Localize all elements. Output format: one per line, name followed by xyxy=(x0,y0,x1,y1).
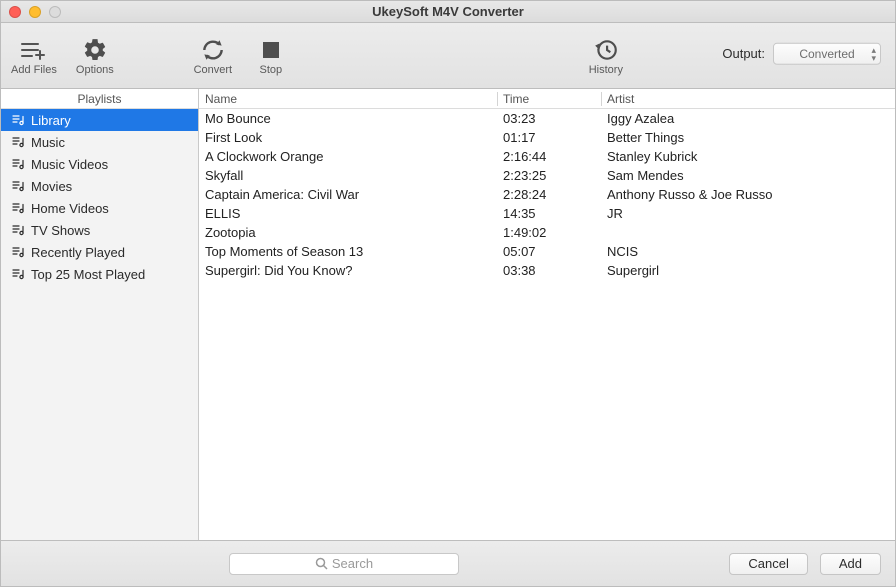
playlist-icon xyxy=(11,157,25,171)
sidebar-item[interactable]: Movies xyxy=(1,175,198,197)
cancel-button[interactable]: Cancel xyxy=(729,553,807,575)
cell-time: 03:23 xyxy=(497,109,601,128)
cell-artist: Sam Mendes xyxy=(601,166,895,185)
table-row[interactable]: First Look01:17Better Things xyxy=(199,128,895,147)
output-group: Output: Converted ▴▾ xyxy=(722,42,881,64)
titlebar: UkeySoft M4V Converter xyxy=(1,1,895,23)
stop-button[interactable]: Stop xyxy=(251,36,291,76)
add-button[interactable]: Add xyxy=(820,553,881,575)
cell-time: 01:17 xyxy=(497,128,601,147)
cell-time: 03:38 xyxy=(497,261,601,280)
search-input[interactable]: Search xyxy=(229,553,459,575)
sidebar-header: Playlists xyxy=(1,89,198,109)
history-label: History xyxy=(589,64,623,76)
playlist-icon xyxy=(11,245,25,259)
cell-name: Captain America: Civil War xyxy=(199,185,497,204)
cell-name: Top Moments of Season 13 xyxy=(199,242,497,261)
table-row[interactable]: Skyfall2:23:25Sam Mendes xyxy=(199,166,895,185)
cell-name: A Clockwork Orange xyxy=(199,147,497,166)
playlist-icon xyxy=(11,201,25,215)
sidebar-item[interactable]: Music xyxy=(1,131,198,153)
cell-artist: Iggy Azalea xyxy=(601,109,895,128)
cell-time: 05:07 xyxy=(497,242,601,261)
sidebar-item-label: TV Shows xyxy=(31,223,90,238)
footer: Search Cancel Add xyxy=(1,540,895,586)
col-artist[interactable]: Artist xyxy=(601,89,895,109)
sidebar-item[interactable]: Library xyxy=(1,109,198,131)
convert-label: Convert xyxy=(194,64,233,76)
cell-artist: JR xyxy=(601,204,895,223)
sidebar-item[interactable]: Home Videos xyxy=(1,197,198,219)
cell-name: First Look xyxy=(199,128,497,147)
col-time[interactable]: Time xyxy=(497,89,601,109)
add-files-label: Add Files xyxy=(11,64,57,76)
stop-icon xyxy=(257,36,285,64)
cell-name: ELLIS xyxy=(199,204,497,223)
toolbar: Add Files Options xyxy=(1,23,895,89)
playlist-icon xyxy=(11,223,25,237)
cell-name: Skyfall xyxy=(199,166,497,185)
cell-artist: Supergirl xyxy=(601,261,895,280)
sidebar-item[interactable]: Top 25 Most Played xyxy=(1,263,198,285)
cell-artist: Stanley Kubrick xyxy=(601,147,895,166)
playlist-icon xyxy=(11,113,25,127)
options-label: Options xyxy=(76,64,114,76)
search-icon xyxy=(315,557,328,570)
cell-artist: NCIS xyxy=(601,242,895,261)
sidebar-item-label: Movies xyxy=(31,179,72,194)
history-icon xyxy=(592,36,620,64)
table-header: Name Time Artist xyxy=(199,89,895,109)
add-files-icon xyxy=(20,36,48,64)
playlist-icon xyxy=(11,135,25,149)
cell-name: Zootopia xyxy=(199,223,497,242)
playlist-icon xyxy=(11,267,25,281)
cell-name: Supergirl: Did You Know? xyxy=(199,261,497,280)
cell-artist xyxy=(601,223,895,242)
output-label: Output: xyxy=(722,46,765,61)
search-placeholder: Search xyxy=(332,556,373,571)
table-row[interactable]: A Clockwork Orange2:16:44Stanley Kubrick xyxy=(199,147,895,166)
cell-time: 2:23:25 xyxy=(497,166,601,185)
table-row[interactable]: Top Moments of Season 1305:07NCIS xyxy=(199,242,895,261)
sidebar: Playlists Library Music Music Videos Movies… xyxy=(1,89,199,540)
sidebar-item[interactable]: Music Videos xyxy=(1,153,198,175)
content: Name Time Artist Mo Bounce03:23Iggy Azal… xyxy=(199,89,895,540)
playlist-icon xyxy=(11,179,25,193)
window-title: UkeySoft M4V Converter xyxy=(1,4,895,19)
sidebar-item-label: Top 25 Most Played xyxy=(31,267,145,282)
col-name[interactable]: Name xyxy=(199,89,497,109)
table-row[interactable]: Supergirl: Did You Know?03:38Supergirl xyxy=(199,261,895,280)
table-row[interactable]: Captain America: Civil War2:28:24Anthony… xyxy=(199,185,895,204)
output-select[interactable]: Converted ▴▾ xyxy=(773,42,881,64)
sidebar-item[interactable]: TV Shows xyxy=(1,219,198,241)
table-row[interactable]: Mo Bounce03:23Iggy Azalea xyxy=(199,109,895,128)
convert-button[interactable]: Convert xyxy=(193,36,233,76)
chevrons-updown-icon: ▴▾ xyxy=(871,45,876,61)
stop-label: Stop xyxy=(260,64,283,76)
gear-icon xyxy=(81,36,109,64)
cell-time: 2:16:44 xyxy=(497,147,601,166)
sidebar-item-label: Music Videos xyxy=(31,157,108,172)
cell-name: Mo Bounce xyxy=(199,109,497,128)
output-select-value: Converted xyxy=(799,46,854,60)
cell-artist: Better Things xyxy=(601,128,895,147)
cell-time: 2:28:24 xyxy=(497,185,601,204)
cell-time: 1:49:02 xyxy=(497,223,601,242)
sidebar-item[interactable]: Recently Played xyxy=(1,241,198,263)
sidebar-item-label: Library xyxy=(31,113,71,128)
sidebar-item-label: Home Videos xyxy=(31,201,109,216)
convert-icon xyxy=(199,36,227,64)
table-row[interactable]: Zootopia1:49:02 xyxy=(199,223,895,242)
sidebar-item-label: Music xyxy=(31,135,65,150)
table-row[interactable]: ELLIS14:35JR xyxy=(199,204,895,223)
cell-time: 14:35 xyxy=(497,204,601,223)
cell-artist: Anthony Russo & Joe Russo xyxy=(601,185,895,204)
add-files-button[interactable]: Add Files xyxy=(11,36,57,76)
options-button[interactable]: Options xyxy=(75,36,115,76)
sidebar-item-label: Recently Played xyxy=(31,245,125,260)
history-button[interactable]: History xyxy=(586,36,626,76)
